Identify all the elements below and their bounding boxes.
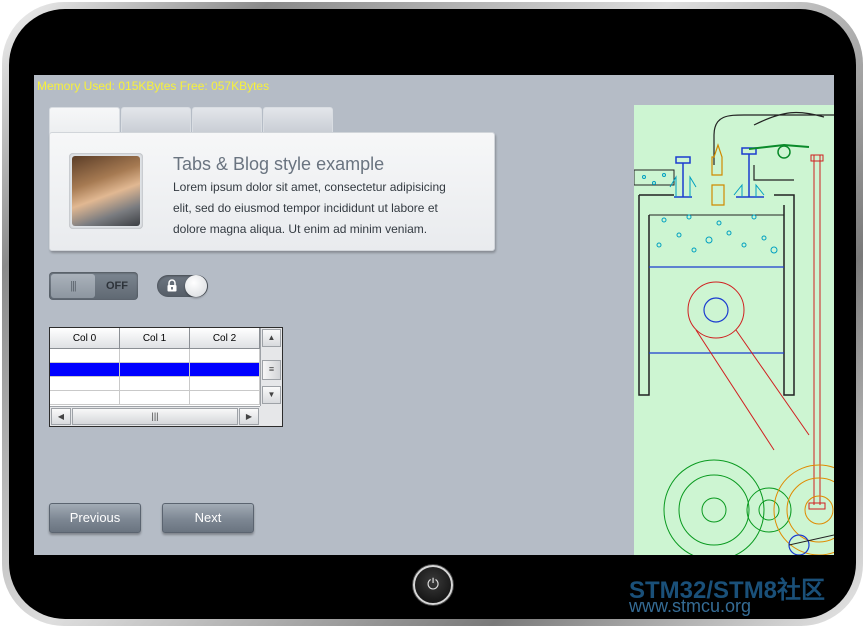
blog-title: Tabs & Blog style example: [173, 154, 385, 174]
power-button[interactable]: ⏻: [413, 565, 453, 605]
lcd-screen: Memory Used: 015KBytes Free: 057KBytes T…: [34, 75, 834, 555]
lock-toggle-switch[interactable]: [157, 275, 208, 297]
table-body: [50, 349, 260, 405]
next-button[interactable]: Next: [162, 503, 254, 533]
vertical-scroll-thumb[interactable]: ≡: [262, 360, 281, 380]
scroll-corner: [260, 406, 282, 426]
toggle-state-label: OFF: [106, 280, 128, 292]
column-header-1[interactable]: Col 1: [120, 328, 190, 349]
engine-animation: [634, 105, 834, 555]
horizontal-scroll-thumb[interactable]: |||: [72, 408, 238, 425]
off-toggle-switch[interactable]: ||| OFF: [49, 272, 138, 300]
tab-2[interactable]: [192, 107, 262, 133]
horizontal-scrollbar[interactable]: ◀ ||| ▶: [50, 406, 260, 426]
blog-body: Lorem ipsum dolor sit amet, consectetur …: [173, 180, 446, 236]
table-row-selected[interactable]: [50, 363, 260, 377]
lock-icon: [165, 279, 179, 293]
scroll-right-icon[interactable]: ▶: [239, 408, 259, 425]
column-header-0[interactable]: Col 0: [50, 328, 120, 349]
vertical-scrollbar[interactable]: ▲ ≡ ▼: [260, 328, 282, 406]
toggle-grip-icon: |||: [51, 274, 95, 298]
power-icon: ⏻: [427, 576, 439, 593]
watermark-url: www.stmcu.org: [629, 596, 752, 616]
scroll-down-icon[interactable]: ▼: [262, 386, 281, 404]
memory-status: Memory Used: 015KBytes Free: 057KBytes: [37, 79, 270, 93]
data-table[interactable]: Col 0 Col 1 Col 2 ▲ ≡ ▼ ◀ ||| ▶: [49, 327, 283, 427]
table-row[interactable]: [50, 349, 260, 363]
tab-3[interactable]: [263, 107, 333, 133]
blog-photo-frame: [69, 153, 143, 229]
scroll-left-icon[interactable]: ◀: [51, 408, 71, 425]
tab-0[interactable]: [49, 107, 120, 135]
previous-button[interactable]: Previous: [49, 503, 141, 533]
blog-panel: Tabs & Blog style example Lorem ipsum do…: [49, 132, 495, 251]
engine-drawing: [634, 111, 834, 555]
table-header: Col 0 Col 1 Col 2: [50, 328, 260, 349]
table-row[interactable]: [50, 391, 260, 405]
blog-photo: [72, 156, 140, 226]
tab-1[interactable]: [121, 107, 191, 133]
table-row[interactable]: [50, 377, 260, 391]
scroll-up-icon[interactable]: ▲: [262, 329, 281, 347]
lock-toggle-thumb: [185, 275, 207, 297]
column-header-2[interactable]: Col 2: [190, 328, 260, 349]
